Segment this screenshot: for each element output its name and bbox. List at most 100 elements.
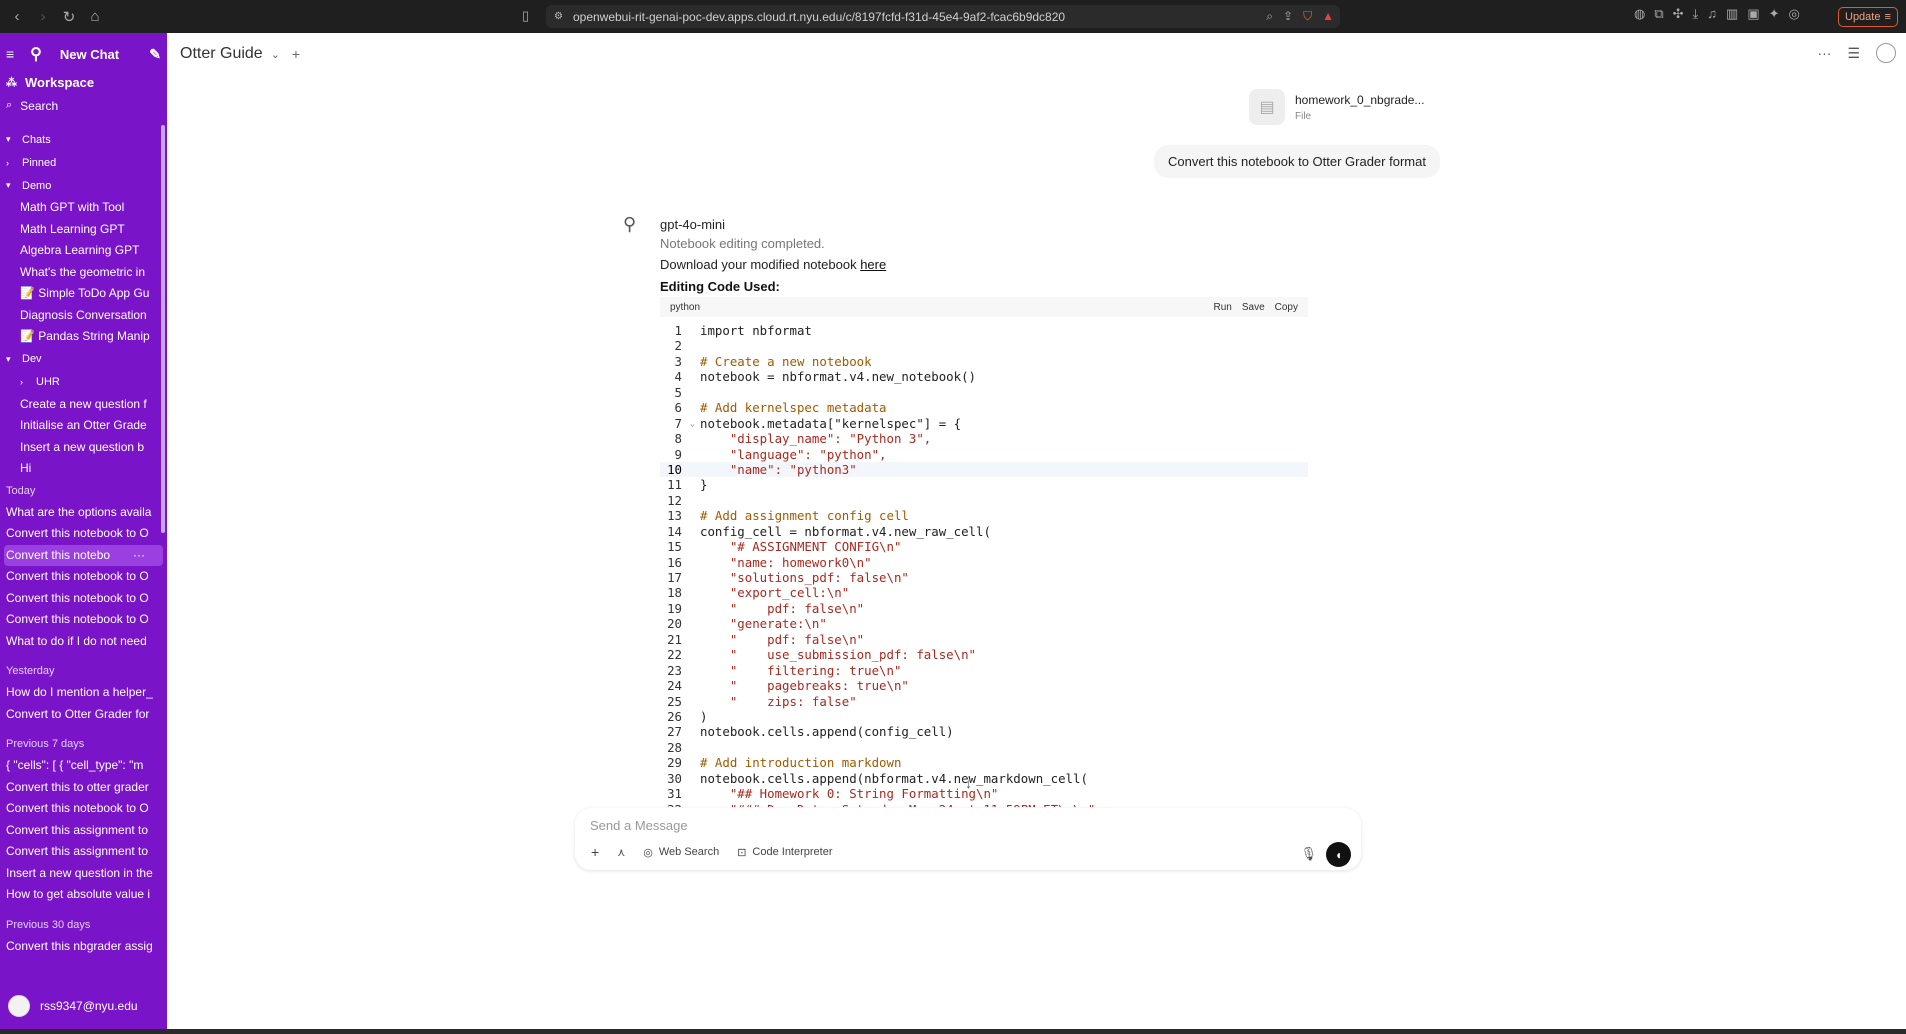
group-previous-7-days: Previous 7 days [6, 738, 85, 750]
brave-shield-icon[interactable]: ⛉ [1303, 9, 1312, 24]
microphone-icon[interactable]: 🎙 [1300, 846, 1317, 862]
wallet-icon[interactable]: ▣ [1747, 6, 1759, 22]
chat-item[interactable]: Insert a new question b [0, 437, 167, 459]
chat-item[interactable]: Insert a new question in the [0, 863, 167, 885]
chat-item[interactable]: Math GPT with Tool [0, 197, 167, 219]
code-line: 27 notebook.cells.append(config_cell) [660, 724, 1308, 739]
chat-item[interactable]: Convert this nbgrader assig [0, 936, 167, 958]
site-info-icon[interactable]: ⚙ [554, 11, 563, 22]
run-button[interactable]: Run [1213, 302, 1231, 313]
add-model-icon[interactable]: + [292, 46, 300, 62]
code-line: 12 [660, 493, 1308, 508]
chat-item[interactable]: Math Learning GPT [0, 219, 167, 241]
chat-item[interactable]: Convert this notebook to O [0, 798, 167, 820]
code-line: 21 " pdf: false\n" [660, 632, 1308, 647]
tools-icon[interactable]: ⋏ [617, 846, 625, 859]
sidebar-toggle-icon[interactable]: ▥ [1726, 6, 1738, 22]
code-editor[interactable]: 1 import nbformat 2 3 # Create a new noteboo… [660, 317, 1308, 807]
download-link[interactable]: here [860, 257, 886, 272]
line-number: 15 [667, 539, 682, 555]
chevron-down-icon[interactable]: ⌄ [271, 48, 280, 61]
puzzle-icon[interactable]: ✣ [1673, 6, 1684, 22]
attached-file-card[interactable]: ▤ homework_0_nbgrade... File [1249, 89, 1424, 125]
voice-mode-button[interactable]: ◖ [1326, 842, 1351, 867]
chat-item[interactable]: What to do if I do not need [0, 631, 167, 653]
chat-item[interactable]: Convert this to otter grader [0, 777, 167, 799]
sidebar-toggle-icon[interactable]: ≡ [6, 46, 14, 62]
extension-icon[interactable]: ◍ [1634, 6, 1645, 22]
save-button[interactable]: Save [1242, 302, 1265, 313]
code-block-header: python Run Save Copy [660, 297, 1308, 317]
web-search-button[interactable]: ◎ Web Search [643, 846, 719, 859]
chat-item[interactable]: How to get absolute value i [0, 884, 167, 906]
user-email: rss9347@nyu.edu [40, 999, 138, 1013]
sidebar-scrollbar[interactable] [161, 125, 165, 533]
avatar[interactable] [1876, 43, 1896, 63]
home-icon[interactable]: ⌂ [82, 4, 108, 30]
scroll-down-icon[interactable]: ↓ [965, 775, 972, 791]
bookmark-icon[interactable]: ▯ [522, 8, 529, 24]
music-icon[interactable]: ♫ [1707, 6, 1717, 22]
translate-icon[interactable]: ⧉ [1654, 6, 1663, 22]
chat-item[interactable]: Initialise an Otter Grade [0, 415, 167, 437]
chat-item[interactable]: Convert this notebook to O [0, 588, 167, 610]
user-menu[interactable]: rss9347@nyu.edu [0, 991, 167, 1021]
new-chat-label[interactable]: New Chat [60, 47, 119, 62]
new-chat-icon[interactable]: ✎ [149, 46, 161, 63]
download-icon[interactable]: ⤓ [1693, 6, 1699, 22]
chat-item[interactable]: Algebra Learning GPT [0, 240, 167, 262]
section-pinned[interactable]: › Pinned [0, 151, 167, 174]
chat-item[interactable]: Convert this assignment to [0, 820, 167, 842]
copy-button[interactable]: Copy [1275, 302, 1298, 313]
section-uhr[interactable]: › UHR [0, 371, 167, 394]
chat-item-active[interactable]: Convert this notebo ··· [4, 544, 163, 567]
section-label: Chats [22, 133, 51, 146]
chat-item[interactable]: Convert this notebook to O [0, 566, 167, 588]
more-icon[interactable]: ··· [133, 545, 153, 567]
leo-icon[interactable]: ✦ [1769, 6, 1780, 22]
chat-item[interactable]: 📝 Pandas String Manip [0, 326, 167, 348]
chat-item[interactable]: 📝 Simple ToDo App Gu [0, 283, 167, 305]
chat-item[interactable]: Convert this notebook to O [0, 523, 167, 545]
share-icon[interactable]: ⇪ [1283, 9, 1293, 24]
message-input[interactable]: Send a Message [590, 818, 688, 833]
line-number: 17 [667, 570, 682, 585]
brave-rewards-icon[interactable]: ▲ [1322, 9, 1334, 24]
zoom-icon[interactable]: ⌕ [1266, 9, 1273, 24]
chat-item[interactable]: Convert this notebook to O [0, 609, 167, 631]
chat-item[interactable]: Convert to Otter Grader for [0, 704, 167, 726]
add-attachment-icon[interactable]: + [591, 844, 599, 860]
section-dev[interactable]: ▾ Dev [0, 348, 167, 371]
vpn-icon[interactable]: ◎ [1789, 6, 1800, 22]
chat-item[interactable]: What's the geometric in [0, 262, 167, 284]
model-selector[interactable]: Otter Guide [180, 45, 263, 63]
workspace-link[interactable]: ⁂ Workspace [0, 71, 167, 93]
controls-icon[interactable]: ☰ [1847, 45, 1860, 62]
section-demo[interactable]: ▾ Demo [0, 174, 167, 197]
workspace-icon: ⁂ [6, 76, 17, 89]
chat-item[interactable]: { "cells": [ { "cell_type": "m [0, 755, 167, 777]
download-line: Download your modified notebook here [660, 257, 886, 272]
chat-item[interactable]: What are the options availa [0, 502, 167, 524]
chat-item[interactable]: Hi [0, 458, 167, 480]
back-icon[interactable]: ‹ [4, 4, 30, 30]
reload-icon[interactable]: ↻ [56, 4, 82, 30]
section-chats[interactable]: ▾ Chats [0, 128, 167, 151]
previous-30-days-items: Convert this nbgrader assig [0, 936, 167, 958]
assistant-status: Notebook editing completed. [660, 236, 825, 251]
window-bottom-edge [0, 1029, 1906, 1034]
chat-item[interactable]: How do I mention a helper_ [0, 682, 167, 704]
code-text: " pdf: false\n" [700, 631, 865, 647]
address-bar[interactable]: ⚙ openwebui-rit-genai-poc-dev.apps.cloud… [546, 5, 1340, 28]
more-options-icon[interactable]: ··· [1817, 45, 1831, 61]
chat-item[interactable]: Create a new question f [0, 394, 167, 416]
code-interpreter-button[interactable]: ⊡ Code Interpreter [737, 846, 832, 859]
code-line: 17 "solutions_pdf: false\n" [660, 570, 1308, 585]
update-button[interactable]: Update ≡ [1838, 7, 1898, 27]
sidebar-search[interactable]: ⌕ Search [0, 93, 167, 118]
chat-item[interactable]: Convert this assignment to [0, 841, 167, 863]
chat-item[interactable]: Diagnosis Conversation [0, 305, 167, 327]
forward-icon[interactable]: › [30, 4, 56, 30]
